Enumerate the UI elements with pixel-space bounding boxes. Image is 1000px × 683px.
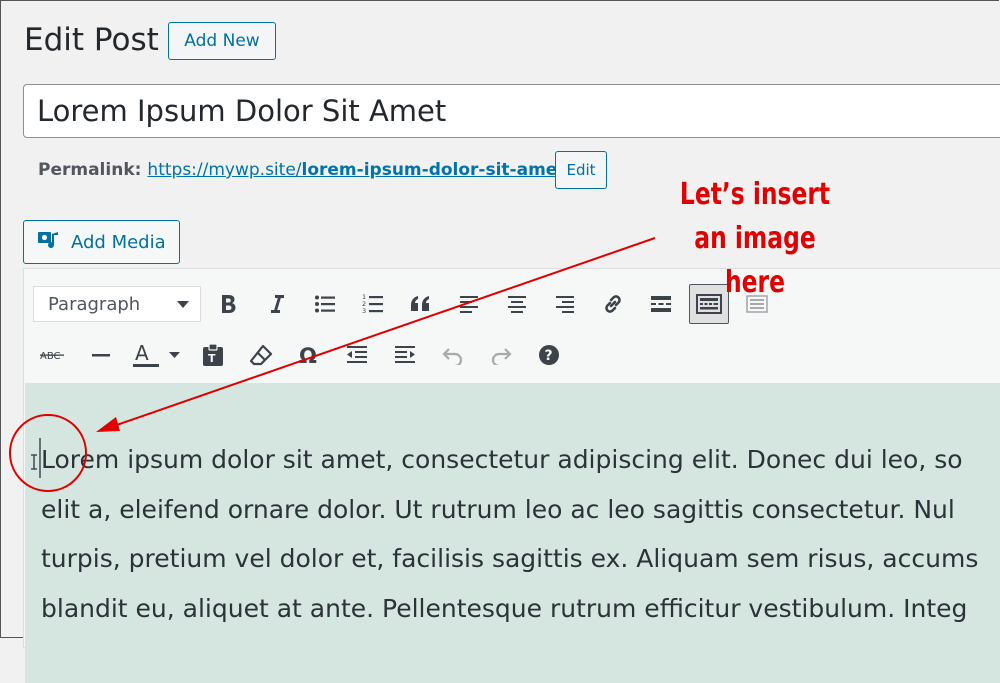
permalink-label: Permalink: [38, 160, 142, 180]
outdent-icon [346, 345, 368, 365]
numbered-list-icon: 123 [362, 293, 384, 315]
special-character-icon: Ω [298, 344, 320, 366]
text-color-icon: A [133, 341, 181, 369]
editor-toolbar-row-2: ABC A T Ω ? [33, 332, 577, 378]
clear-formatting-icon [249, 344, 273, 366]
annotation-line-2: an image here [694, 221, 816, 300]
classic-editor: Paragraph 123 ABC A T Ω ? Lorem ipsum do… [23, 268, 1000, 683]
annotation-line-1: Let’s insert [679, 177, 831, 212]
editor-content-area[interactable]: Lorem ipsum dolor sit amet, consectetur … [25, 383, 1000, 683]
numbered-list-button[interactable]: 123 [353, 284, 393, 324]
redo-icon [490, 345, 512, 365]
add-media-label: Add Media [71, 231, 166, 253]
align-right-icon [555, 295, 575, 313]
horizontal-line-button[interactable] [81, 335, 121, 375]
insert-link-icon [601, 292, 625, 316]
add-new-button[interactable]: Add New [168, 22, 276, 60]
horizontal-line-icon [91, 352, 111, 358]
format-select-value: Paragraph [48, 293, 141, 315]
outdent-button[interactable] [337, 335, 377, 375]
undo-button[interactable] [433, 335, 473, 375]
blockquote-icon [409, 295, 433, 313]
align-center-icon [507, 295, 527, 313]
annotation-callout: Let’s insert an image here [665, 173, 844, 305]
permalink-edit-button[interactable]: Edit [555, 151, 607, 189]
blockquote-button[interactable] [401, 284, 441, 324]
align-left-button[interactable] [449, 284, 489, 324]
insert-link-button[interactable] [593, 284, 633, 324]
paragraph-line: elit a, eleifend ornare dolor. Ut rutrum… [41, 494, 955, 524]
bold-icon [219, 293, 239, 315]
text-color-button[interactable]: A [129, 335, 185, 375]
post-title-input[interactable]: Lorem Ipsum Dolor Sit Amet [23, 84, 1000, 138]
svg-text:?: ? [545, 348, 553, 364]
redo-button[interactable] [481, 335, 521, 375]
permalink-base: https://mywp.site/ [147, 160, 302, 180]
chevron-down-icon [176, 294, 190, 315]
svg-text:3: 3 [362, 307, 366, 315]
svg-text:T: T [208, 352, 216, 365]
align-center-button[interactable] [497, 284, 537, 324]
keyboard-shortcuts-button[interactable]: ? [529, 335, 569, 375]
special-character-button[interactable]: Ω [289, 335, 329, 375]
align-right-button[interactable] [545, 284, 585, 324]
indent-button[interactable] [385, 335, 425, 375]
svg-text:Ω: Ω [299, 344, 317, 366]
permalink-link[interactable]: https://mywp.site/lorem-ipsum-dolor-sit-… [147, 160, 571, 180]
paste-as-text-icon: T [202, 343, 224, 367]
paste-as-text-button[interactable]: T [193, 335, 233, 375]
italic-icon [267, 293, 287, 315]
bulleted-list-icon [314, 294, 336, 314]
page-title: Edit Post [24, 22, 159, 58]
strikethrough-icon: ABC [40, 348, 66, 362]
add-media-icon [37, 229, 61, 256]
paragraph-line: blandit eu, aliquet at ante. Pellentesqu… [41, 593, 968, 623]
svg-text:ABC: ABC [40, 351, 61, 362]
strikethrough-button[interactable]: ABC [33, 335, 73, 375]
align-left-icon [459, 295, 479, 313]
paragraph-line: turpis, pretium vel dolor et, facilisis … [41, 544, 979, 573]
permalink-row: Permalink: https://mywp.site/lorem-ipsum… [38, 160, 571, 180]
undo-icon [442, 345, 464, 365]
permalink-slug: lorem-ipsum-dolor-sit-amet [301, 160, 566, 180]
add-media-button[interactable]: Add Media [23, 220, 180, 264]
keyboard-shortcuts-icon: ? [538, 344, 560, 366]
clear-formatting-button[interactable] [241, 335, 281, 375]
paragraph-line: Lorem ipsum dolor sit amet, consectetur … [41, 445, 963, 474]
indent-icon [394, 345, 416, 365]
bold-button[interactable] [209, 284, 249, 324]
svg-text:A: A [135, 341, 149, 365]
editor-paragraph: Lorem ipsum dolor sit amet, consectetur … [41, 435, 1000, 633]
italic-button[interactable] [257, 284, 297, 324]
bulleted-list-button[interactable] [305, 284, 345, 324]
format-select[interactable]: Paragraph [33, 286, 201, 322]
